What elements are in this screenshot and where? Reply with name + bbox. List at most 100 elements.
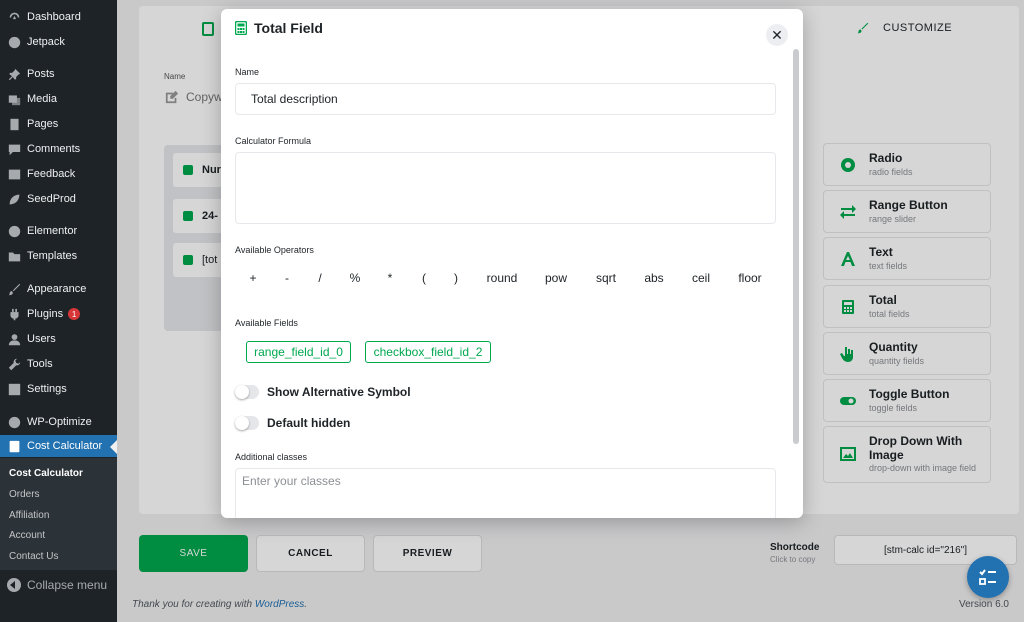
feedback-icon — [7, 167, 21, 181]
alt-symbol-label: Show Alternative Symbol — [267, 385, 411, 399]
sidebar-item-label: Posts — [27, 68, 55, 80]
collapse-menu-label: Collapse menu — [27, 578, 108, 592]
submenu-item-orders[interactable]: Orders — [9, 489, 40, 500]
optimize-icon — [7, 415, 21, 429]
alt-symbol-toggle[interactable] — [235, 385, 259, 399]
plug-icon — [7, 307, 21, 321]
sidebar-item-elementor[interactable]: Elementor — [0, 220, 117, 242]
sidebar-item-posts[interactable]: Posts — [0, 63, 117, 85]
brush-icon — [7, 282, 21, 296]
operator-round[interactable]: round — [487, 271, 518, 285]
sidebar-item-jetpack[interactable]: Jetpack — [0, 31, 117, 53]
operator-minus[interactable]: - — [285, 271, 289, 285]
operator-floor[interactable]: floor — [738, 271, 761, 285]
sidebar-item-label: WP-Optimize — [27, 416, 92, 428]
operator-multiply[interactable]: * — [388, 271, 393, 285]
sidebar-item-dashboard[interactable]: Dashboard — [0, 6, 117, 28]
name-label: Name — [235, 67, 260, 77]
modal-scrollbar[interactable] — [793, 49, 799, 444]
field-chip-range[interactable]: range_field_id_0 — [246, 341, 351, 363]
name-input[interactable]: Total description — [235, 83, 776, 115]
fields-label: Available Fields — [235, 318, 298, 328]
sidebar-item-label: Cost Calculator — [27, 440, 103, 452]
operator-pow[interactable]: pow — [545, 271, 567, 285]
sidebar-item-plugins[interactable]: Plugins 1 — [0, 303, 117, 325]
total-field-modal: Total Field ✕ Name Total description Cal… — [221, 9, 803, 518]
submenu-item-cost-calculator[interactable]: Cost Calculator — [9, 468, 83, 479]
operator-close-paren[interactable]: ) — [454, 271, 458, 285]
sidebar-item-seedprod[interactable]: SeedProd — [0, 188, 117, 210]
default-hidden-label: Default hidden — [267, 416, 351, 430]
sidebar-item-label: Settings — [27, 383, 67, 395]
sidebar-item-label: Jetpack — [27, 36, 65, 48]
folder-icon — [7, 249, 21, 263]
sidebar-item-label: Appearance — [27, 283, 87, 295]
seedprod-icon — [7, 192, 21, 206]
sidebar-item-pages[interactable]: Pages — [0, 113, 117, 135]
classes-input[interactable]: Enter your classes — [235, 468, 776, 518]
sidebar-item-settings[interactable]: Settings — [0, 378, 117, 400]
dashboard-icon — [7, 10, 21, 24]
users-icon — [7, 332, 21, 346]
operators-label: Available Operators — [235, 245, 314, 255]
settings-icon — [7, 382, 21, 396]
checklist-icon — [979, 569, 996, 585]
sidebar-item-users[interactable]: Users — [0, 328, 117, 350]
pin-icon — [7, 67, 21, 81]
operator-plus[interactable]: + — [249, 271, 256, 285]
sidebar-item-appearance[interactable]: Appearance — [0, 278, 117, 300]
operator-abs[interactable]: abs — [644, 271, 663, 285]
current-menu-arrow — [110, 440, 117, 454]
sidebar-item-label: Plugins — [27, 308, 64, 320]
sidebar-item-label: Tools — [27, 358, 53, 370]
sidebar-item-label: Pages — [27, 118, 59, 130]
modal-title: Total Field — [254, 20, 323, 36]
elementor-icon — [7, 224, 21, 238]
submenu-item-account[interactable]: Account — [9, 530, 45, 541]
close-button[interactable]: ✕ — [766, 24, 788, 46]
collapse-menu-button[interactable]: Collapse menu — [7, 578, 107, 592]
submenu-item-contact-us[interactable]: Contact Us — [9, 551, 58, 562]
sidebar-item-label: Users — [27, 333, 56, 345]
media-icon — [7, 92, 21, 106]
operator-open-paren[interactable]: ( — [422, 271, 426, 285]
comments-icon — [7, 142, 21, 156]
sidebar-item-comments[interactable]: Comments — [0, 138, 117, 160]
sidebar-item-label: Media — [27, 93, 57, 105]
plugins-update-badge: 1 — [68, 308, 81, 320]
sidebar-item-wp-optimize[interactable]: WP-Optimize — [0, 411, 117, 433]
calculator-icon — [7, 439, 21, 453]
pages-icon — [7, 117, 21, 131]
operator-divide[interactable]: / — [318, 271, 321, 285]
submenu-item-affiliation[interactable]: Affiliation — [9, 510, 49, 521]
sidebar-item-templates[interactable]: Templates — [0, 245, 117, 267]
operator-modulo[interactable]: % — [350, 271, 361, 285]
formula-label: Calculator Formula — [235, 136, 312, 146]
cost-calculator-submenu: Cost Calculator Orders Affiliation Accou… — [0, 458, 117, 570]
admin-sidebar: Dashboard Jetpack Posts Media Pages Comm… — [0, 0, 117, 622]
sidebar-item-label: Feedback — [27, 168, 76, 180]
operator-ceil[interactable]: ceil — [692, 271, 710, 285]
sidebar-item-label: Elementor — [27, 225, 78, 237]
sidebar-item-tools[interactable]: Tools — [0, 353, 117, 375]
operator-sqrt[interactable]: sqrt — [596, 271, 616, 285]
calculator-icon — [235, 21, 247, 35]
sidebar-item-label: Templates — [27, 250, 78, 262]
operators-list: + - / % * ( ) round pow sqrt abs ceil fl… — [235, 271, 776, 289]
classes-label: Additional classes — [235, 452, 308, 462]
default-hidden-toggle[interactable] — [235, 416, 259, 430]
close-icon: ✕ — [771, 26, 783, 43]
jetpack-icon — [7, 35, 21, 49]
sidebar-item-media[interactable]: Media — [0, 88, 117, 110]
sidebar-item-label: SeedProd — [27, 193, 76, 205]
sidebar-item-feedback[interactable]: Feedback — [0, 163, 117, 185]
sidebar-item-label: Dashboard — [27, 11, 81, 23]
field-chip-checkbox[interactable]: checkbox_field_id_2 — [365, 341, 491, 363]
collapse-icon — [7, 578, 21, 592]
help-checklist-button[interactable] — [967, 556, 1009, 598]
wrench-icon — [7, 357, 21, 371]
sidebar-item-cost-calculator[interactable]: Cost Calculator — [0, 435, 117, 457]
sidebar-item-label: Comments — [27, 143, 81, 155]
formula-textarea[interactable] — [235, 152, 776, 224]
alt-symbol-toggle-row: Show Alternative Symbol — [235, 385, 411, 399]
